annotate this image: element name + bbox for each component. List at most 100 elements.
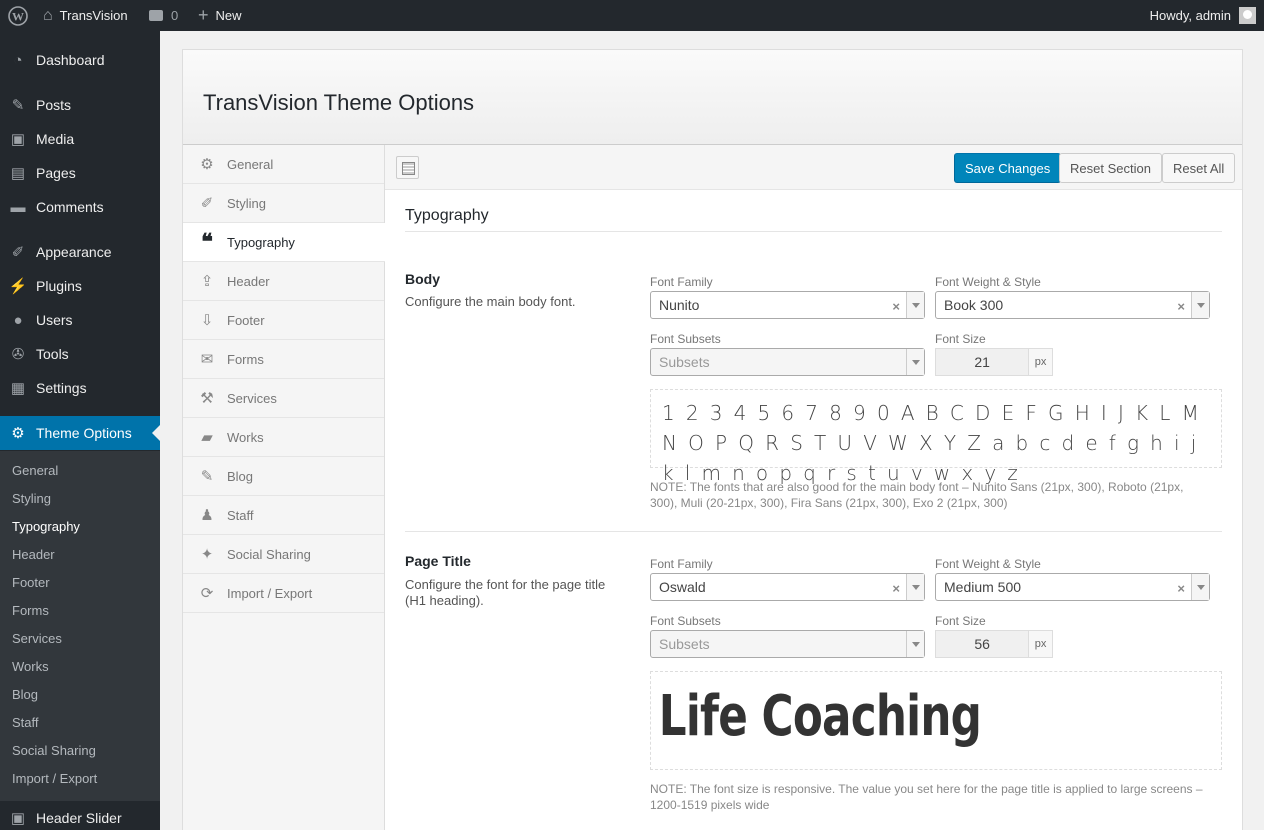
reset-all-button[interactable]: Reset All bbox=[1162, 153, 1236, 183]
page-title-field-desc: Configure the font for the page title (H… bbox=[405, 577, 606, 608]
expand-toggle-button[interactable] bbox=[396, 156, 419, 179]
tab-blog[interactable]: ✎ Blog bbox=[183, 457, 384, 496]
clear-icon[interactable]: × bbox=[1177, 581, 1185, 596]
upload-icon: ⇪ bbox=[200, 273, 214, 290]
select-value: Oswald bbox=[659, 579, 706, 595]
body-font-preview: 1 2 3 4 5 6 7 8 9 0 A B C D E F G H I J … bbox=[650, 389, 1222, 485]
tab-social-sharing[interactable]: ✦ Social Sharing bbox=[183, 535, 384, 574]
sidebar-item-media[interactable]: ▣ Media bbox=[0, 122, 160, 156]
tab-footer[interactable]: ⇩ Footer bbox=[183, 301, 384, 340]
reset-section-button[interactable]: Reset Section bbox=[1059, 153, 1162, 183]
submenu-item-styling[interactable]: Styling bbox=[12, 489, 51, 509]
page-title-subsets-label: Font Subsets bbox=[650, 614, 721, 628]
tab-label: Services bbox=[227, 390, 277, 406]
body-font-size-field[interactable]: 21 px bbox=[935, 348, 1053, 376]
sidebar-item-header-slider[interactable]: ▣ Header Slider bbox=[0, 801, 160, 830]
body-font-family-select[interactable]: Nunito × bbox=[650, 291, 925, 319]
submenu-item-typography[interactable]: Typography bbox=[12, 517, 80, 537]
tab-typography[interactable]: ❝ Typography bbox=[183, 223, 385, 262]
sidebar-item-label: Media bbox=[36, 131, 75, 147]
home-icon: ⌂ bbox=[43, 6, 53, 24]
page-title-font-size-field[interactable]: 56 px bbox=[935, 630, 1053, 658]
gear-icon: ⚙ bbox=[11, 425, 25, 442]
comments-link[interactable]: 0 bbox=[149, 0, 178, 31]
site-name: TransVision bbox=[59, 8, 128, 23]
submenu-item-general[interactable]: General bbox=[12, 461, 58, 481]
tab-label: General bbox=[227, 156, 274, 172]
quote-icon: ❝ bbox=[201, 229, 213, 255]
media-icon: ▣ bbox=[10, 131, 26, 148]
chevron-down-icon[interactable] bbox=[1191, 292, 1209, 318]
avatar bbox=[1239, 7, 1256, 24]
tab-services[interactable]: ⚒ Services bbox=[183, 379, 384, 418]
tab-label: Works bbox=[227, 429, 264, 445]
comments-count: 0 bbox=[171, 8, 179, 23]
page-title-font-family-label: Font Family bbox=[650, 557, 713, 571]
page-title-subsets-select[interactable]: Subsets bbox=[650, 630, 925, 658]
submenu-item-blog[interactable]: Blog bbox=[12, 685, 38, 705]
tab-label: Blog bbox=[227, 468, 254, 484]
sidebar-item-comments[interactable]: ▬ Comments bbox=[0, 190, 160, 224]
envelope-icon: ✉ bbox=[200, 351, 214, 368]
page-title-font-family-select[interactable]: Oswald × bbox=[650, 573, 925, 601]
body-weight-select[interactable]: Book 300 × bbox=[935, 291, 1210, 319]
sidebar-item-plugins[interactable]: ⚡ Plugins bbox=[0, 269, 160, 303]
font-size-value[interactable]: 21 bbox=[936, 349, 1028, 375]
sidebar-item-label: Appearance bbox=[36, 244, 112, 260]
tab-works[interactable]: ▰ Works bbox=[183, 418, 384, 457]
save-changes-button[interactable]: Save Changes bbox=[954, 153, 1062, 183]
options-toolbar: Save Changes Reset Section Reset All bbox=[385, 145, 1242, 190]
tab-label: Import / Export bbox=[227, 585, 313, 601]
submenu-item-import-export[interactable]: Import / Export bbox=[12, 769, 97, 789]
sidebar-item-dashboard[interactable]: ◔ Dashboard bbox=[0, 43, 160, 77]
download-icon: ⇩ bbox=[200, 312, 214, 329]
chevron-down-icon[interactable] bbox=[906, 631, 924, 657]
account-menu[interactable]: Howdy, admin bbox=[1150, 0, 1256, 31]
refresh-icon: ⟳ bbox=[200, 585, 214, 602]
tab-general[interactable]: ⚙ General bbox=[183, 145, 384, 184]
body-field-title: Body bbox=[405, 271, 440, 287]
chevron-down-icon[interactable] bbox=[1191, 574, 1209, 600]
tab-styling[interactable]: ✐ Styling bbox=[183, 184, 384, 223]
clear-icon[interactable]: × bbox=[1177, 299, 1185, 314]
body-field-desc: Configure the main body font. bbox=[405, 294, 576, 309]
wordpress-logo-icon[interactable]: W bbox=[8, 0, 28, 31]
submenu-item-forms[interactable]: Forms bbox=[12, 601, 49, 621]
tab-label: Typography bbox=[227, 234, 295, 250]
submenu-item-works[interactable]: Works bbox=[12, 657, 49, 677]
submenu-item-social-sharing[interactable]: Social Sharing bbox=[12, 741, 96, 761]
page-title-size-label: Font Size bbox=[935, 614, 986, 628]
body-subsets-select[interactable]: Subsets bbox=[650, 348, 925, 376]
clear-icon[interactable]: × bbox=[892, 299, 900, 314]
sidebar-item-label: Header Slider bbox=[36, 810, 122, 826]
sidebar-item-settings[interactable]: ▦ Settings bbox=[0, 371, 160, 405]
chevron-down-icon[interactable] bbox=[906, 292, 924, 318]
page-title-font-preview: Life Coaching bbox=[650, 671, 1222, 770]
sidebar-item-pages[interactable]: ▤ Pages bbox=[0, 156, 160, 190]
sidebar-item-tools[interactable]: ✇ Tools bbox=[0, 337, 160, 371]
submenu-item-footer[interactable]: Footer bbox=[12, 573, 50, 593]
tab-forms[interactable]: ✉ Forms bbox=[183, 340, 384, 379]
new-content-link[interactable]: + New bbox=[198, 0, 242, 31]
chevron-down-icon[interactable] bbox=[906, 574, 924, 600]
site-name-link[interactable]: ⌂ TransVision bbox=[43, 0, 128, 31]
sidebar-item-theme-options[interactable]: ⚙ Theme Options bbox=[0, 416, 160, 450]
tab-staff[interactable]: ♟ Staff bbox=[183, 496, 384, 535]
tab-import-export[interactable]: ⟳ Import / Export bbox=[183, 574, 384, 613]
sidebar-item-appearance[interactable]: ✐ Appearance bbox=[0, 235, 160, 269]
pages-icon: ▤ bbox=[10, 165, 26, 182]
font-size-value[interactable]: 56 bbox=[936, 631, 1028, 657]
sidebar-item-label: Dashboard bbox=[36, 52, 105, 68]
panel-header: TransVision Theme Options bbox=[183, 50, 1242, 145]
submenu-item-header[interactable]: Header bbox=[12, 545, 55, 565]
chevron-down-icon[interactable] bbox=[906, 349, 924, 375]
page-title-weight-select[interactable]: Medium 500 × bbox=[935, 573, 1210, 601]
submenu-item-staff[interactable]: Staff bbox=[12, 713, 39, 733]
tab-label: Styling bbox=[227, 195, 267, 211]
clear-icon[interactable]: × bbox=[892, 581, 900, 596]
comment-icon bbox=[149, 10, 163, 21]
submenu-item-services[interactable]: Services bbox=[12, 629, 62, 649]
sidebar-item-posts[interactable]: ✎ Posts bbox=[0, 88, 160, 122]
tab-header[interactable]: ⇪ Header bbox=[183, 262, 384, 301]
sidebar-item-users[interactable]: ● Users bbox=[0, 303, 160, 337]
